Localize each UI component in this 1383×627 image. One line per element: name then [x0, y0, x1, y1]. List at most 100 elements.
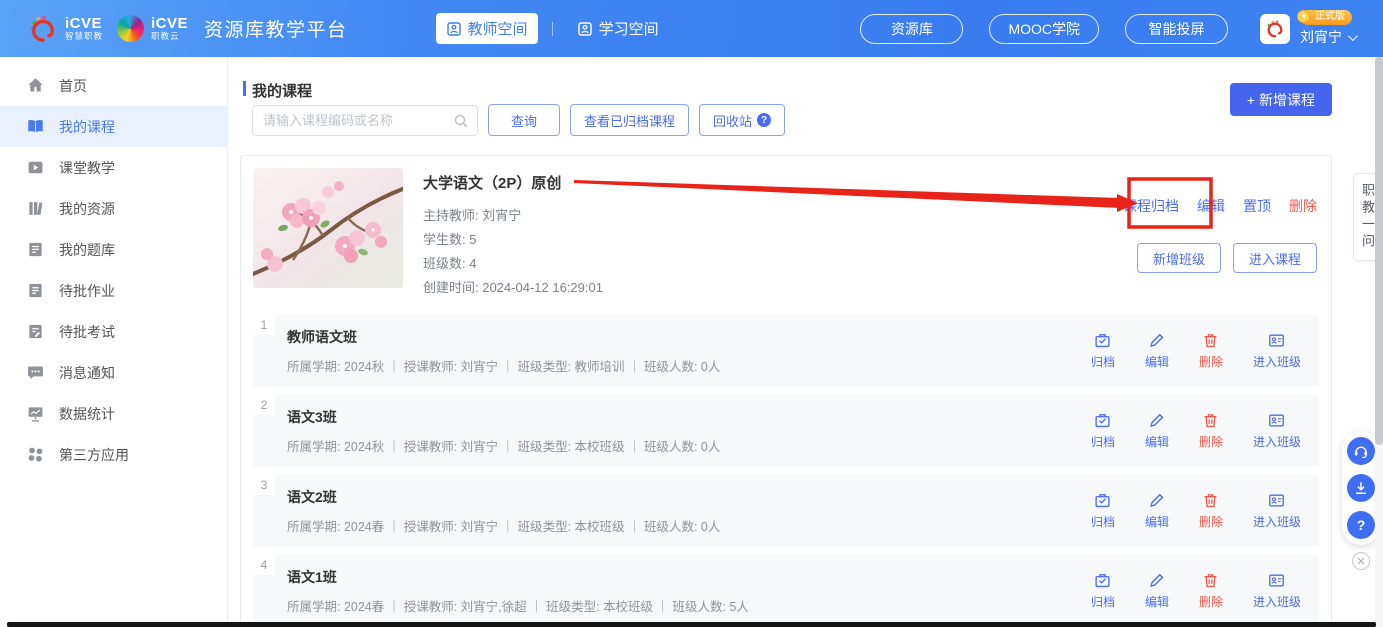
- course-pin-link[interactable]: 置顶: [1243, 196, 1271, 216]
- archive-class-button[interactable]: 归档: [1091, 332, 1115, 370]
- question-mark-icon: ?: [1357, 517, 1366, 533]
- edit-class-button[interactable]: 编辑: [1145, 492, 1169, 530]
- archive-class-button[interactable]: 归档: [1091, 492, 1115, 530]
- course-title: 大学语文（2P）原创: [423, 172, 603, 193]
- delete-class-button[interactable]: 删除: [1199, 492, 1223, 530]
- sidebar-item-third-party-apps[interactable]: 第三方应用: [0, 434, 227, 475]
- scrollbar-thumb[interactable]: [1375, 57, 1383, 445]
- view-archived-courses-button[interactable]: 查看已归档课程: [570, 104, 689, 136]
- sidebar-item-question-bank[interactable]: 我的题库: [0, 229, 227, 270]
- sidebar-item-notifications[interactable]: 消息通知: [0, 352, 227, 393]
- sidebar-item-label: 我的资源: [59, 199, 115, 219]
- tab-label: 学习空间: [599, 18, 659, 39]
- sidebar-item-label: 课堂教学: [59, 158, 115, 178]
- sidebar-item-my-courses[interactable]: 我的课程: [0, 106, 227, 147]
- course-delete-link[interactable]: 删除: [1289, 196, 1317, 216]
- student-space-icon: [577, 21, 593, 37]
- sidebar-item-label: 第三方应用: [59, 445, 129, 465]
- tab-teacher-space[interactable]: 教师空间: [436, 13, 538, 44]
- download-icon: [1353, 480, 1369, 496]
- homework-icon: [27, 282, 44, 299]
- search-icon[interactable]: [453, 113, 469, 129]
- page-title: 我的课程: [243, 80, 312, 101]
- archive-icon: [1094, 492, 1111, 509]
- sidebar-item-pending-exams[interactable]: 待批考试: [0, 311, 227, 352]
- sidebar-item-statistics[interactable]: 数据统计: [0, 393, 227, 434]
- search-input[interactable]: [252, 105, 478, 136]
- logo-brand-text: iCVE: [151, 16, 188, 32]
- enter-class-icon: [1268, 332, 1285, 349]
- class-row-index: 4: [253, 555, 275, 575]
- enter-class-button[interactable]: 进入班级: [1253, 332, 1301, 370]
- course-student-count: 学生数: 5: [423, 228, 603, 252]
- class-row: 4 语文1班 所属学期: 2024春 ｜ 授课教师: 刘宵宁,徐超 ｜ 班级类型…: [253, 555, 1319, 627]
- sidebar-item-label: 首页: [59, 76, 87, 96]
- sidebar-item-pending-homework[interactable]: 待批作业: [0, 270, 227, 311]
- user-menu[interactable]: 刘宵宁: [1300, 27, 1355, 47]
- book-icon: [27, 118, 44, 135]
- edit-pencil-icon: [1148, 332, 1165, 349]
- icve-swirl-logo-icon: [28, 14, 58, 44]
- edit-pencil-icon: [1148, 412, 1165, 429]
- add-class-button[interactable]: 新增班级: [1137, 243, 1221, 273]
- apps-grid-icon: [27, 446, 44, 463]
- enter-class-button[interactable]: 进入班级: [1253, 412, 1301, 450]
- class-list: 1 教师语文班 所属学期: 2024秋 ｜ 授课教师: 刘宵宁 ｜ 班级类型: …: [253, 315, 1319, 627]
- icve-zhijiaoyun-logo: iCVE 职教云: [117, 15, 188, 42]
- course-created-at: 创建时间: 2024-04-12 16:29:01: [423, 276, 603, 300]
- version-badge: 正式版: [1300, 10, 1352, 25]
- tab-student-space[interactable]: 学习空间: [567, 13, 669, 44]
- class-row-index: 2: [253, 395, 275, 415]
- edit-class-button[interactable]: 编辑: [1145, 412, 1169, 450]
- shell-logo-icon: [117, 15, 144, 42]
- sidebar-item-label: 我的课程: [59, 117, 115, 137]
- avatar-logo-icon: [1264, 18, 1286, 40]
- archive-class-button[interactable]: 归档: [1091, 412, 1115, 450]
- top-header: iCVE 智慧职教 iCVE 职教云 资源库教学平台 教师空间 学习空间: [0, 0, 1383, 57]
- smart-screencast-button[interactable]: 智能投屏: [1125, 14, 1228, 44]
- enter-class-icon: [1268, 572, 1285, 589]
- course-archive-link[interactable]: 课程归档: [1123, 196, 1179, 216]
- mooc-college-button[interactable]: MOOC学院: [989, 14, 1099, 44]
- enter-class-button[interactable]: 进入班级: [1253, 572, 1301, 610]
- sidebar-item-label: 数据统计: [59, 404, 115, 424]
- enter-course-button[interactable]: 进入课程: [1233, 243, 1317, 273]
- sidebar-item-my-resources[interactable]: 我的资源: [0, 188, 227, 229]
- sidebar-item-label: 待批作业: [59, 281, 115, 301]
- username: 刘宵宁: [1300, 27, 1342, 47]
- logo-sub-text: 职教云: [151, 32, 188, 41]
- sidebar-item-home[interactable]: 首页: [0, 65, 227, 106]
- edit-class-button[interactable]: 编辑: [1145, 332, 1169, 370]
- archive-icon: [1094, 332, 1111, 349]
- trash-icon: [1202, 412, 1219, 429]
- class-row: 3 语文2班 所属学期: 2024春 ｜ 授课教师: 刘宵宁 ｜ 班级类型: 本…: [253, 475, 1319, 547]
- logo-sub-text: 智慧职教: [65, 32, 103, 41]
- download-button[interactable]: [1347, 474, 1375, 502]
- user-avatar[interactable]: [1260, 14, 1290, 44]
- edit-class-button[interactable]: 编辑: [1145, 572, 1169, 610]
- close-toolbar-button[interactable]: ✕: [1352, 552, 1370, 570]
- enter-class-button[interactable]: 进入班级: [1253, 492, 1301, 530]
- scrollbar-track: [1375, 57, 1383, 627]
- edit-pencil-icon: [1148, 572, 1165, 589]
- sidebar-item-classroom-teaching[interactable]: 课堂教学: [0, 147, 227, 188]
- nav-divider: [552, 22, 553, 36]
- delete-class-button[interactable]: 删除: [1199, 332, 1223, 370]
- add-course-button[interactable]: + 新增课程: [1230, 83, 1332, 116]
- delete-class-button[interactable]: 删除: [1199, 412, 1223, 450]
- archive-icon: [1094, 572, 1111, 589]
- resource-library-button[interactable]: 资源库: [860, 14, 963, 44]
- icve-zhihuizhijiao-logo: iCVE 智慧职教: [28, 14, 103, 44]
- archive-class-button[interactable]: 归档: [1091, 572, 1115, 610]
- course-edit-link[interactable]: 编辑: [1197, 196, 1225, 216]
- course-class-count: 班级数: 4: [423, 252, 603, 276]
- help-button[interactable]: ?: [1347, 511, 1375, 539]
- message-icon: [27, 364, 44, 381]
- delete-class-button[interactable]: 删除: [1199, 572, 1223, 610]
- main-content: 我的课程 + 新增课程 查询 查看已归档课程 回收站 ?: [229, 57, 1383, 627]
- customer-service-button[interactable]: [1347, 437, 1375, 465]
- recycle-bin-button[interactable]: 回收站 ?: [699, 104, 785, 136]
- query-button[interactable]: 查询: [488, 104, 560, 136]
- space-nav: 教师空间 学习空间: [436, 13, 669, 44]
- trash-icon: [1202, 332, 1219, 349]
